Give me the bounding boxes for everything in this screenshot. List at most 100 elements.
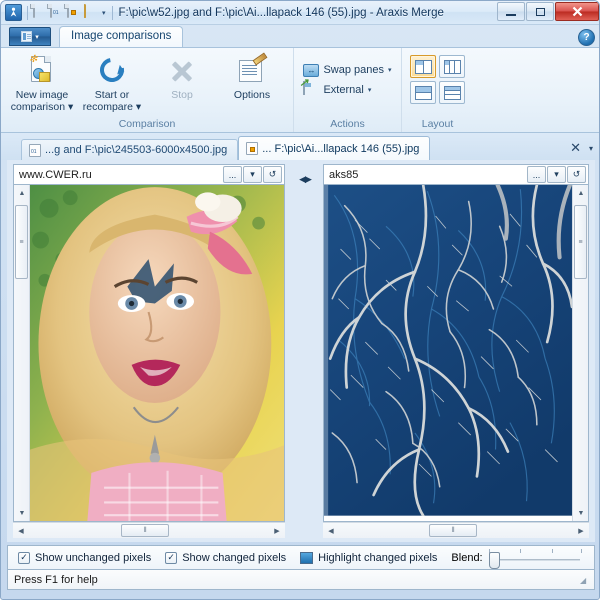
binary-comparison-icon: 01 [29, 144, 41, 157]
scroll-right-icon[interactable]: ▶ [573, 523, 589, 538]
options-button[interactable]: Options [217, 52, 287, 101]
button-label-line1: Options [234, 89, 270, 101]
chevron-down-icon: ▾ [388, 66, 392, 74]
new-text-comparison-icon[interactable] [33, 5, 48, 20]
show-unchanged-pixels-option[interactable]: ✓ Show unchanged pixels [18, 552, 151, 564]
show-changed-pixels-checkbox[interactable]: ✓ [165, 552, 177, 564]
document-tab-label: ... F:\pic\Ai...llapack 146 (55).jpg [262, 143, 419, 155]
left-horizontal-scrollbar[interactable]: ◀ ⦀ ▶ [13, 522, 285, 538]
swap-panes-button[interactable]: ↔ Swap panes ▾ [299, 60, 395, 80]
ribbon-group-label-actions: Actions [294, 118, 401, 130]
layout-two-pane-vertical[interactable] [410, 55, 436, 78]
image-comparison-icon [246, 142, 258, 155]
swap-panes-label: Swap panes [323, 64, 384, 76]
show-changed-pixels-option[interactable]: ✓ Show changed pixels [165, 552, 286, 564]
left-hscroll-thumb[interactable]: ⦀ [121, 524, 169, 537]
left-pane-path[interactable]: www.CWER.ru [19, 169, 223, 181]
scroll-up-icon[interactable]: ▲ [573, 185, 589, 201]
status-message: Press F1 for help [14, 574, 98, 586]
new-image-comparison-icon[interactable] [67, 5, 82, 20]
comparison-content-area: www.CWER.ru ... ▾ ↺ ▲ ≡ ▼ [7, 160, 595, 542]
open-folder-icon[interactable] [84, 5, 99, 20]
stop-button[interactable]: Stop [147, 52, 217, 101]
quick-access-separator [27, 6, 28, 20]
blend-slider-track [489, 559, 580, 561]
new-image-comparison-button[interactable]: ✻ New image comparison ▾ [7, 52, 77, 113]
scroll-right-icon[interactable]: ▶ [269, 523, 285, 538]
right-reload-icon[interactable]: ↺ [567, 166, 586, 183]
chevron-down-icon: ▾ [35, 33, 39, 41]
blue-roots-photo-right [324, 185, 572, 516]
ribbon-group-actions: ↔ Swap panes ▾ External ▾ Actions [293, 48, 401, 132]
right-vscroll-thumb[interactable]: ≡ [574, 205, 587, 279]
ribbon-group-comparison: ✻ New image comparison ▾ Start or recomp… [1, 48, 293, 132]
right-horizontal-scrollbar[interactable]: ◀ ⦀ ▶ [323, 522, 589, 538]
portrait-photo-left [30, 185, 284, 521]
external-icon [303, 82, 319, 98]
right-history-dropdown-icon[interactable]: ▾ [547, 166, 566, 183]
left-reload-icon[interactable]: ↺ [263, 166, 282, 183]
right-pane-path[interactable]: aks85 [329, 169, 527, 181]
highlight-changed-pixels-option[interactable]: Highlight changed pixels [300, 552, 437, 564]
refresh-icon [96, 55, 128, 87]
minimize-button[interactable] [497, 2, 525, 21]
window-controls [497, 2, 599, 21]
right-vertical-scrollbar[interactable]: ▲ ≡ ▼ [572, 185, 588, 521]
close-button[interactable] [555, 2, 599, 21]
scroll-down-icon[interactable]: ▼ [14, 505, 30, 521]
close-tab-icon[interactable]: ✕ [570, 140, 581, 156]
new-binary-comparison-icon[interactable]: 01 [50, 5, 65, 20]
button-label-line1: New image [16, 89, 69, 101]
document-tab-1[interactable]: 01 ...g and F:\pic\245503-6000x4500.jpg [21, 139, 238, 160]
left-vscroll-thumb[interactable]: ≡ [15, 205, 28, 279]
left-history-dropdown-icon[interactable]: ▾ [243, 166, 262, 183]
scroll-left-icon[interactable]: ◀ [323, 523, 339, 538]
status-bar: Press F1 for help ◢ [7, 570, 595, 590]
left-image-viewport[interactable] [30, 185, 284, 521]
left-pane-header: www.CWER.ru ... ▾ ↺ [13, 164, 285, 185]
left-browse-button[interactable]: ... [223, 166, 242, 183]
ribbon-body: ✻ New image comparison ▾ Start or recomp… [1, 47, 600, 133]
layout-three-pane-horizontal[interactable] [439, 81, 465, 104]
help-icon[interactable]: ? [578, 29, 595, 46]
left-vertical-scrollbar[interactable]: ▲ ≡ ▼ [14, 185, 30, 521]
scroll-up-icon[interactable]: ▲ [14, 185, 30, 201]
right-pane-header: aks85 ... ▾ ↺ [323, 164, 589, 185]
splitter-arrows-icon[interactable]: ◀▶ [299, 174, 311, 538]
pane-splitter[interactable]: ◀▶ [291, 164, 319, 538]
image-options-bar: ✓ Show unchanged pixels ✓ Show changed p… [7, 545, 595, 570]
blend-slider[interactable] [489, 549, 584, 567]
tab-list-chevron-down-icon[interactable]: ▾ [589, 144, 593, 153]
pink-top [87, 462, 227, 521]
araxis-merge-icon[interactable] [5, 4, 22, 21]
right-image-viewport[interactable] [324, 185, 572, 521]
highlight-color-swatch[interactable] [300, 552, 313, 564]
blend-slider-thumb[interactable] [489, 552, 500, 569]
left-pane-body: ▲ ≡ ▼ [13, 185, 285, 522]
layout-two-pane-horizontal[interactable] [410, 81, 436, 104]
blend-tick-marks [489, 549, 584, 554]
two-pane-horizontal-icon [415, 86, 432, 100]
right-hscroll-thumb[interactable]: ⦀ [429, 524, 477, 537]
start-or-recompare-button[interactable]: Start or recompare ▾ [77, 52, 147, 113]
resize-grip-icon[interactable]: ◢ [580, 576, 592, 588]
application-menu-button[interactable]: ▾ [9, 27, 51, 46]
document-tab-controls: ✕ ▾ [570, 140, 600, 160]
button-label-line1: Start or [95, 89, 129, 101]
document-tab-label: ...g and F:\pic\245503-6000x4500.jpg [45, 144, 227, 156]
show-unchanged-pixels-checkbox[interactable]: ✓ [18, 552, 30, 564]
button-label-line2: recompare ▾ [83, 101, 141, 113]
title-bar: 01 ▾ F:\pic\w52.jpg and F:\pic\Ai...llap… [1, 1, 600, 25]
scroll-left-icon[interactable]: ◀ [13, 523, 29, 538]
tab-image-comparisons[interactable]: Image comparisons [59, 26, 183, 47]
maximize-restore-button[interactable] [526, 2, 554, 21]
document-tab-2[interactable]: ... F:\pic\Ai...llapack 146 (55).jpg [238, 136, 430, 160]
blend-label: Blend: [451, 552, 482, 564]
right-browse-button[interactable]: ... [527, 166, 546, 183]
scroll-down-icon[interactable]: ▼ [573, 505, 589, 521]
show-changed-pixels-label: Show changed pixels [182, 552, 286, 564]
external-button[interactable]: External ▾ [299, 80, 375, 100]
new-image-comparison-icon: ✻ [26, 55, 58, 87]
layout-three-pane-vertical[interactable] [439, 55, 465, 78]
quick-access-overflow-icon[interactable]: ▾ [102, 9, 106, 17]
